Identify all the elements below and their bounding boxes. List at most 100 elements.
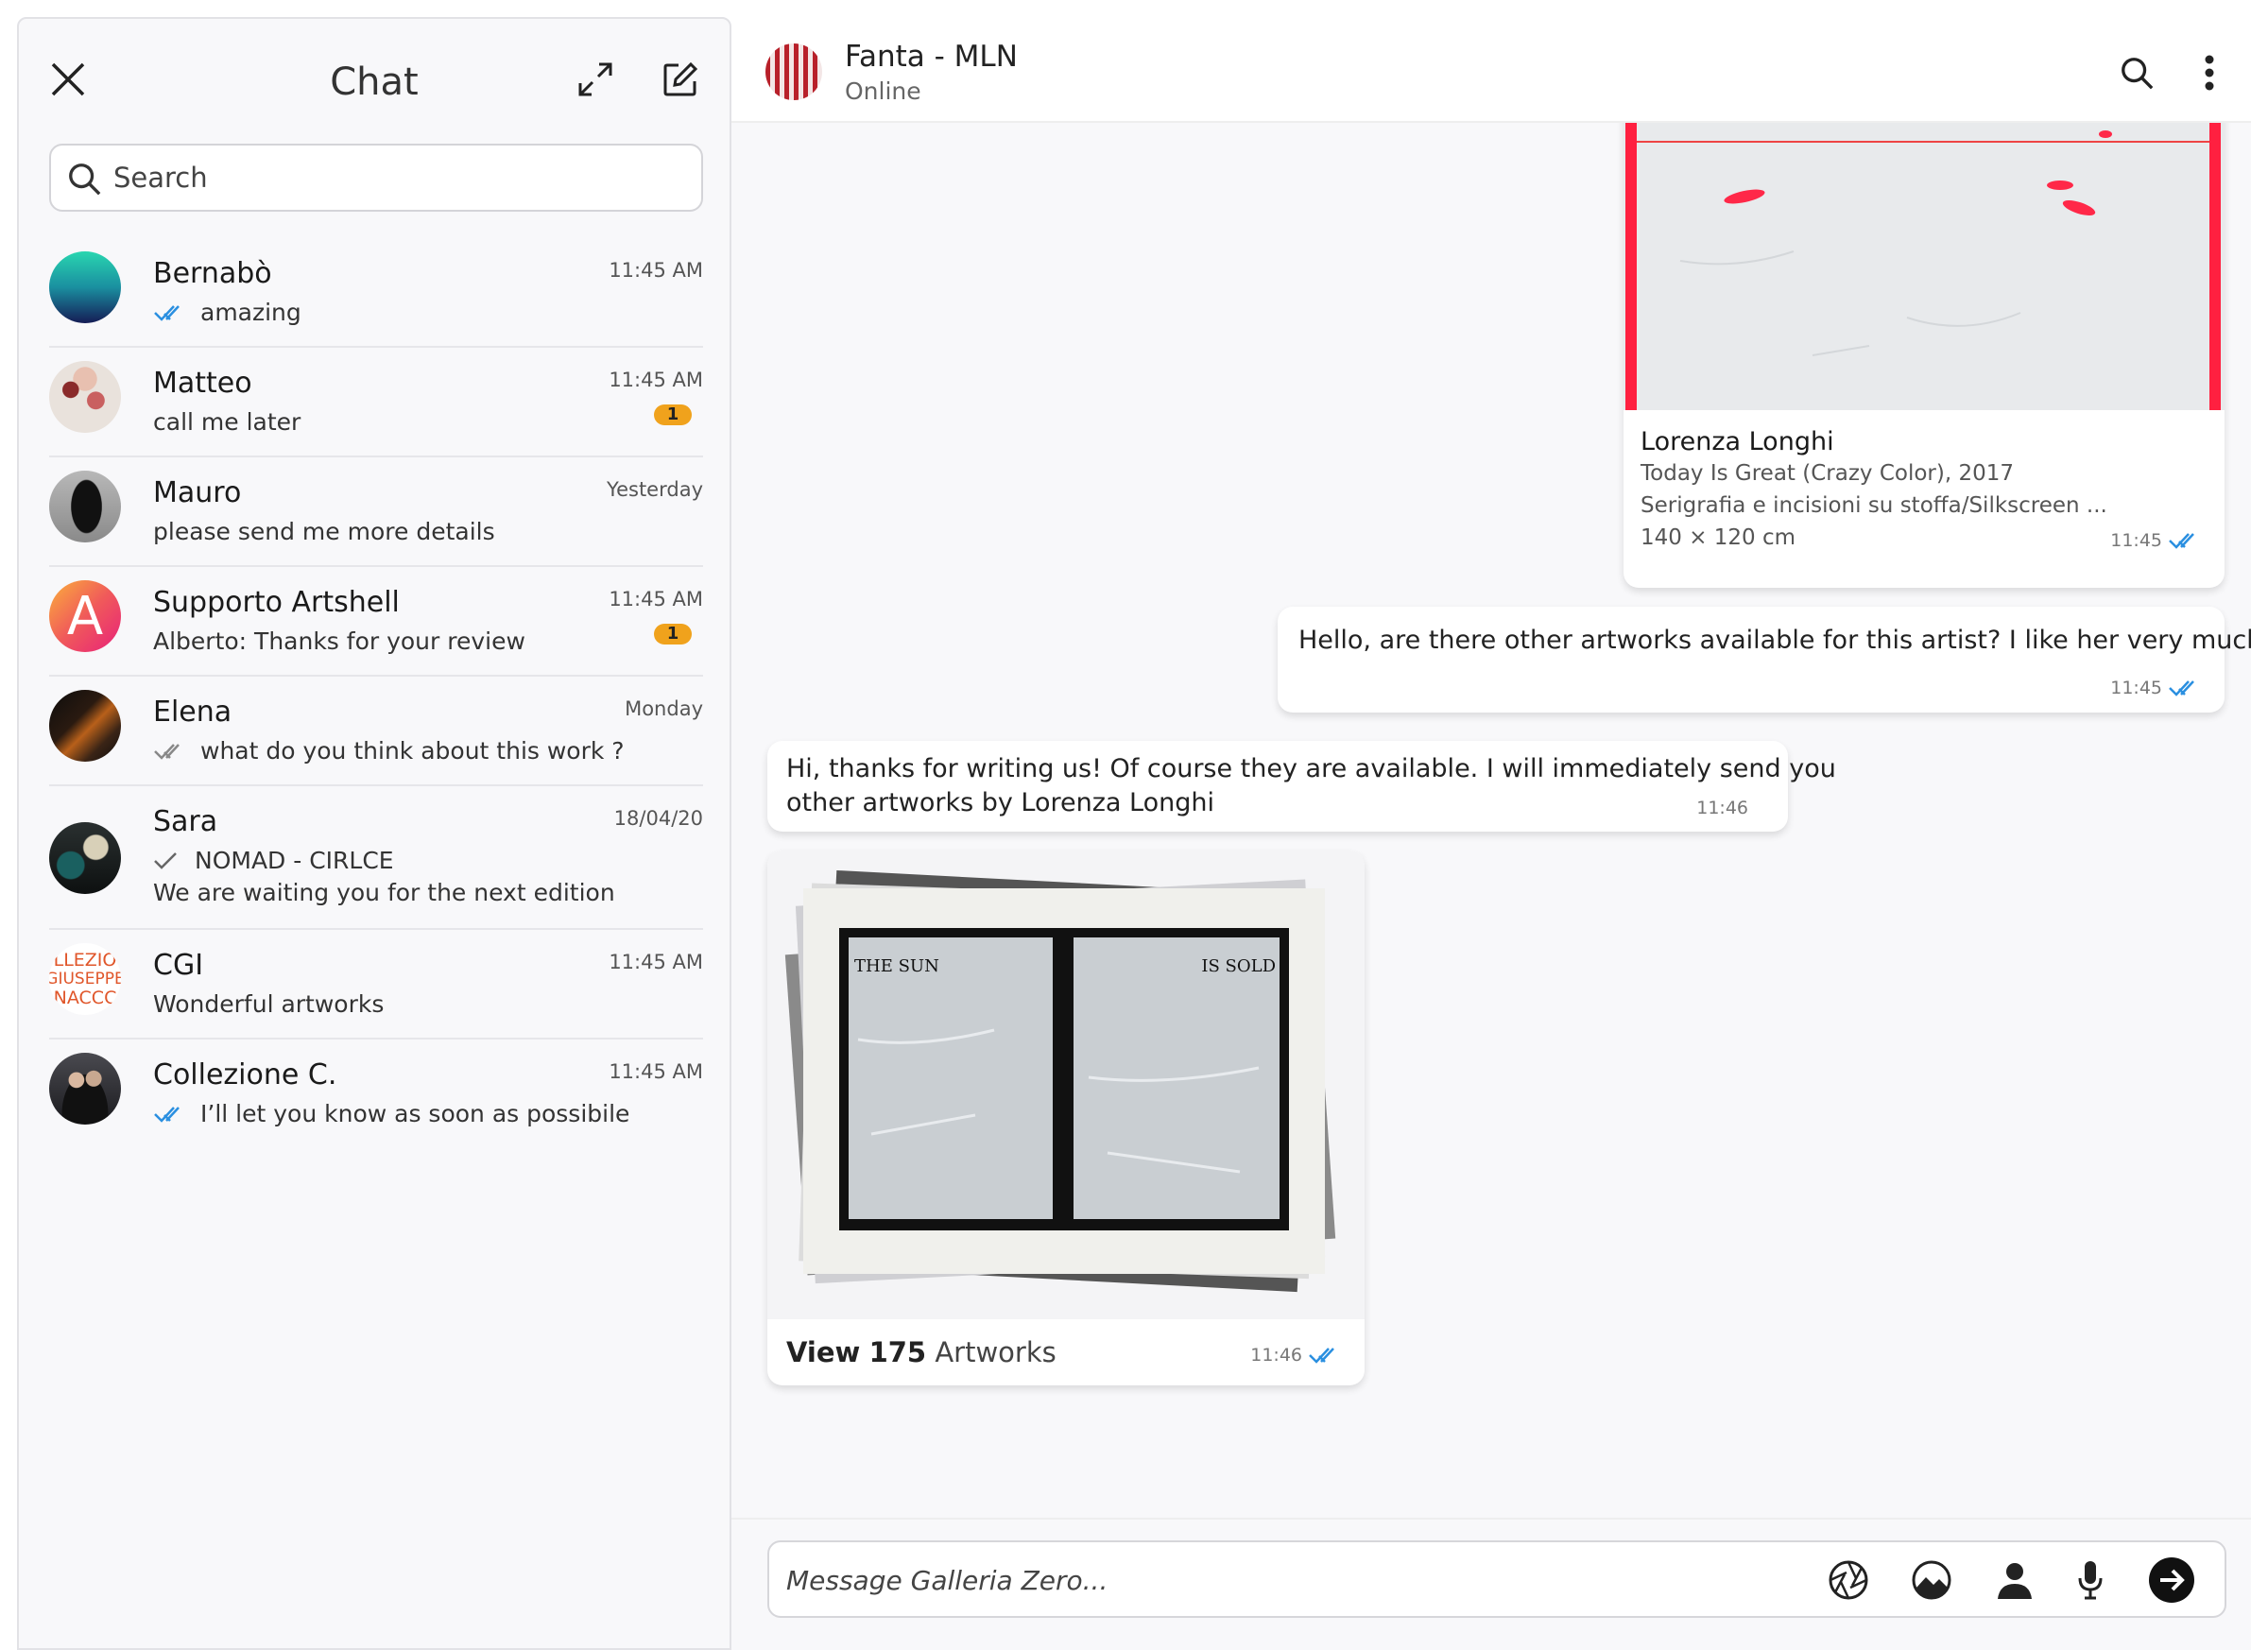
conversation-panel: Fanta - MLN Online Lorenza Longhi Today …	[731, 17, 2251, 1650]
artwork-text-right: IS SOLD	[1201, 956, 1276, 976]
send-button[interactable]	[2147, 1555, 2196, 1605]
chat-time: 11:45 AM	[609, 951, 703, 973]
contact-avatar[interactable]	[765, 43, 822, 100]
avatar	[49, 822, 121, 894]
avatar-logo-text: GIUSEPPE	[49, 970, 121, 988]
message-time: 11:45	[2110, 678, 2162, 698]
more-vertical-icon	[2205, 55, 2214, 91]
unread-badge: 1	[654, 404, 692, 425]
incoming-message[interactable]: Hi, thanks for writing us! Of course the…	[767, 741, 1836, 832]
view-label: View	[786, 1336, 861, 1368]
expand-button[interactable]	[567, 51, 624, 108]
compose-button[interactable]	[652, 51, 709, 108]
artwork-size: 140 × 120 cm	[1641, 525, 1796, 550]
search-input[interactable]	[113, 157, 680, 198]
chat-time: Monday	[625, 697, 703, 720]
artwork-artist: Lorenza Longhi	[1641, 427, 1834, 456]
chat-name: Bernabò	[153, 257, 272, 290]
arrow-right-icon	[2149, 1557, 2194, 1603]
avatar	[49, 361, 121, 433]
chat-preview: what do you think about this work ?	[200, 737, 625, 765]
contact-status: Online	[845, 77, 921, 105]
chat-name: Collezione C.	[153, 1058, 337, 1091]
avatar: LLEZIO GIUSEPPE NACCC	[49, 943, 121, 1015]
expand-icon	[578, 62, 612, 96]
artwork-text-left: THE SUN	[854, 956, 939, 976]
sidebar-header: Chat	[19, 19, 730, 142]
message-composer	[731, 1518, 2251, 1650]
avatar: A	[49, 580, 121, 652]
view-artworks-link[interactable]: View 175 Artworks	[786, 1336, 1057, 1368]
artwork-message-card[interactable]: Lorenza Longhi Today Is Great (Crazy Col…	[1624, 123, 2225, 588]
chat-name: Mauro	[153, 476, 242, 509]
chat-item-matteo[interactable]: Matteo 11:45 AM 1 call me later	[49, 348, 703, 457]
double-check-icon	[1309, 1348, 1334, 1364]
message-text-line-2: other artworks by Lorenza Longhi	[786, 788, 1215, 817]
chat-list: Bernabò 11:45 AM amazing Matteo 11:45 AM…	[49, 238, 703, 1149]
avatar-logo-text: LLEZIO	[53, 950, 117, 971]
avatar	[49, 1053, 121, 1125]
microphone-icon	[2078, 1561, 2103, 1600]
artwork-image-drawing	[1624, 123, 2225, 410]
chat-time: 11:45 AM	[609, 369, 703, 391]
search-box	[49, 144, 703, 212]
conversation-search-button[interactable]	[2113, 49, 2160, 96]
artwork-count: 175	[868, 1336, 927, 1368]
search-icon	[69, 163, 101, 196]
double-check-icon	[2169, 533, 2194, 549]
voice-message-button[interactable]	[2066, 1555, 2115, 1605]
contact-share-button[interactable]	[1990, 1555, 2039, 1605]
avatar-logo-text: NACCC	[53, 988, 117, 1008]
artwork-unit: Artworks	[935, 1336, 1057, 1368]
chat-name: Supporto Artshell	[153, 586, 400, 619]
artwork-title: Today Is Great (Crazy Color), 2017	[1641, 461, 2015, 486]
unread-badge: 1	[654, 624, 692, 645]
check-icon	[154, 851, 177, 869]
double-check-icon	[2169, 680, 2194, 696]
chat-name: Matteo	[153, 367, 252, 400]
chat-preview-second-line: We are waiting you for the next edition	[153, 879, 615, 906]
artwork-image[interactable]	[1624, 123, 2225, 410]
chat-item-sara[interactable]: Sara 18/04/20 NOMAD - CIRLCE We are wait…	[49, 786, 703, 930]
collection-preview-drawing: THE SUN IS SOLD	[784, 869, 1336, 1293]
chat-time: Yesterday	[607, 478, 703, 501]
search-icon	[2122, 58, 2154, 90]
chat-name: Elena	[153, 696, 232, 729]
chat-sidebar: Chat Bernabò 11:45 AM amazing Matteo 11:…	[17, 17, 731, 1650]
chat-item-mauro[interactable]: Mauro Yesterday please send me more deta…	[49, 457, 703, 567]
composer-box	[767, 1540, 2226, 1618]
chat-preview: NOMAD - CIRLCE	[195, 847, 394, 874]
message-time: 11:45	[2110, 530, 2162, 551]
conversation-header: Fanta - MLN Online	[731, 17, 2251, 123]
collection-preview-image[interactable]: THE SUN IS SOLD	[767, 851, 1365, 1319]
gallery-button[interactable]	[1907, 1555, 1956, 1605]
chat-time: 11:45 AM	[609, 259, 703, 282]
avatar	[49, 471, 121, 542]
person-icon	[1998, 1563, 2032, 1599]
chat-preview: amazing	[200, 299, 301, 326]
double-check-icon	[154, 743, 180, 760]
message-text: Hello, are there other artworks availabl…	[1298, 626, 2251, 655]
camera-shutter-icon	[1829, 1560, 1868, 1600]
chat-item-collezione-c[interactable]: Collezione C. 11:45 AM I’ll let you know…	[49, 1040, 703, 1149]
chat-item-bernabo[interactable]: Bernabò 11:45 AM amazing	[49, 238, 703, 348]
chat-preview: please send me more details	[153, 518, 495, 545]
avatar-letter: A	[66, 585, 104, 647]
chat-item-supporto-artshell[interactable]: A Supporto Artshell 11:45 AM 1 Alberto: …	[49, 567, 703, 677]
camera-button[interactable]	[1824, 1555, 1873, 1605]
chat-preview: I’ll let you know as soon as possibile	[200, 1100, 630, 1127]
outgoing-message[interactable]: Hello, are there other artworks availabl…	[1278, 607, 2251, 713]
message-time: 11:46	[1696, 798, 1748, 818]
chat-time: 18/04/20	[613, 807, 703, 830]
chat-item-cgi[interactable]: LLEZIO GIUSEPPE NACCC CGI 11:45 AM Wonde…	[49, 930, 703, 1040]
artwork-medium: Serigrafia e incisioni su stoffa/Silkscr…	[1641, 493, 2107, 518]
chat-item-elena[interactable]: Elena Monday what do you think about thi…	[49, 677, 703, 786]
message-list: Lorenza Longhi Today Is Great (Crazy Col…	[731, 123, 2251, 1518]
artwork-collection-card[interactable]: THE SUN IS SOLD View 175 Artworks 11:46	[767, 851, 1365, 1385]
chat-preview: call me later	[153, 408, 301, 436]
chat-name: Sara	[153, 805, 218, 838]
message-input[interactable]	[786, 1559, 1778, 1601]
chat-time: 11:45 AM	[609, 588, 703, 610]
more-options-button[interactable]	[2191, 49, 2228, 96]
image-icon	[1912, 1560, 1951, 1600]
